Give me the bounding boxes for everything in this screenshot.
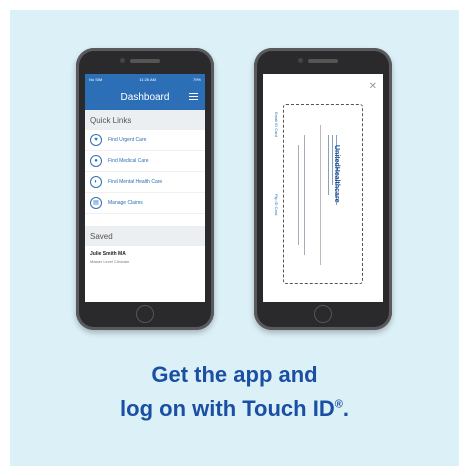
id-card: UnitedHealthcare — [283, 104, 363, 284]
doctor-icon: ● — [90, 155, 102, 167]
camera-dot — [298, 58, 303, 63]
status-bar: No SIM 11:26 AM 79% — [85, 74, 205, 84]
saved-provider[interactable]: Julie Smith MA Master Level Clinician — [85, 246, 205, 269]
provider-name: Julie Smith MA — [90, 251, 126, 257]
card-text-line — [328, 135, 329, 195]
carrier-text: No SIM — [89, 76, 103, 82]
heart-icon: ♥ — [90, 134, 102, 146]
saved-heading: Saved — [85, 226, 205, 246]
link-manage-claims[interactable]: ▤ Manage Claims — [85, 193, 205, 214]
link-find-mental-health-care[interactable]: ◐ Find Mental Health Care — [85, 172, 205, 193]
menu-icon[interactable] — [189, 93, 198, 100]
page-title: Dashboard — [120, 91, 170, 103]
headline-line-2: log on with Touch ID®. — [0, 396, 469, 422]
camera-dot — [120, 58, 125, 63]
card-actions: Email ID Card Flip ID Card — [267, 112, 281, 262]
email-id-card-button[interactable]: Email ID Card — [274, 112, 279, 137]
registered-mark: ® — [334, 398, 343, 411]
dashboard-header: Dashboard — [85, 84, 205, 110]
card-brand-logo: UnitedHealthcare — [333, 145, 340, 203]
document-icon: ▤ — [90, 197, 102, 209]
battery-text: 79% — [192, 76, 201, 82]
spacer — [85, 214, 205, 224]
link-label: Find Urgent Care — [108, 137, 147, 143]
home-button[interactable] — [314, 305, 332, 323]
card-text-line — [304, 135, 305, 255]
phone-id-card: ✕ UnitedHealthcare Email ID Card Flip ID… — [254, 48, 392, 330]
link-label: Find Mental Health Care — [108, 179, 163, 185]
link-find-urgent-care[interactable]: ♥ Find Urgent Care — [85, 130, 205, 151]
link-find-medical-care[interactable]: ● Find Medical Care — [85, 151, 205, 172]
head-icon: ◐ — [90, 176, 102, 188]
dashboard-screen: No SIM 11:26 AM 79% Dashboard Quick Link… — [85, 74, 205, 302]
provider-title: Master Level Clinician — [90, 259, 130, 264]
card-text-line — [298, 145, 299, 245]
card-divider — [320, 125, 321, 265]
quick-links-heading: Quick Links — [85, 110, 205, 130]
headline-period: . — [342, 396, 349, 421]
phone-dashboard: No SIM 11:26 AM 79% Dashboard Quick Link… — [76, 48, 214, 330]
headline-line-1: Get the app and — [151, 362, 318, 387]
close-icon[interactable]: ✕ — [369, 82, 377, 92]
link-label: Find Medical Care — [108, 158, 149, 164]
id-card-screen: ✕ UnitedHealthcare Email ID Card Flip ID… — [263, 74, 383, 302]
speaker-grille — [130, 59, 160, 63]
time-text: 11:26 AM — [139, 76, 156, 82]
link-label: Manage Claims — [108, 200, 143, 206]
flip-id-card-button[interactable]: Flip ID Card — [274, 194, 279, 215]
headline-text: log on with Touch ID — [120, 396, 335, 421]
home-button[interactable] — [136, 305, 154, 323]
speaker-grille — [308, 59, 338, 63]
